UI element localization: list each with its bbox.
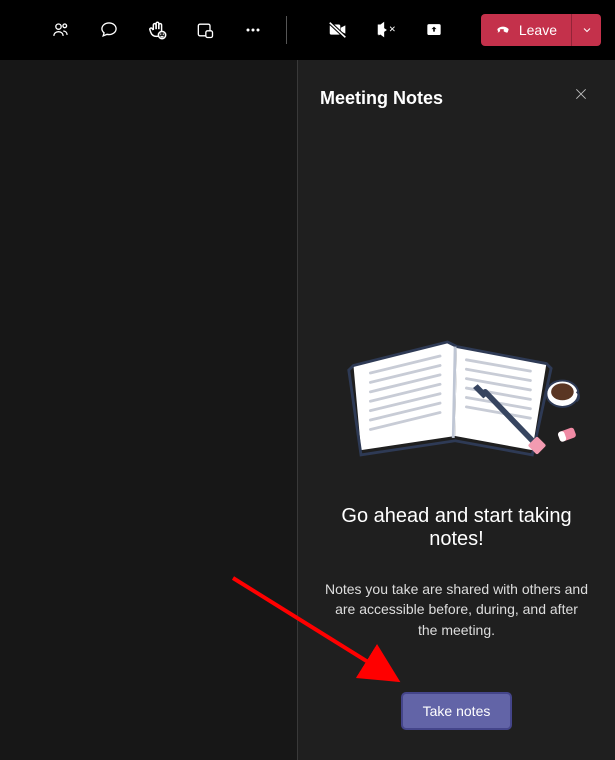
share-icon[interactable] — [423, 19, 445, 41]
meeting-toolbar: ✕ Leave — [0, 0, 615, 60]
svg-text:✕: ✕ — [389, 25, 396, 34]
notes-heading: Go ahead and start taking notes! — [320, 505, 593, 551]
participants-icon[interactable] — [50, 19, 72, 41]
toolbar-divider — [286, 16, 287, 44]
toolbar-right-group: ✕ Leave — [327, 14, 601, 46]
leave-button-group: Leave — [481, 14, 601, 46]
rooms-icon[interactable] — [194, 19, 216, 41]
notes-panel: Meeting Notes — [297, 60, 615, 760]
notes-description: Notes you take are shared with others an… — [320, 579, 593, 640]
meeting-stage — [0, 60, 297, 760]
camera-off-icon[interactable] — [327, 19, 349, 41]
take-notes-button[interactable]: Take notes — [403, 694, 511, 728]
close-icon[interactable] — [573, 86, 593, 106]
chat-icon[interactable] — [98, 19, 120, 41]
leave-button[interactable]: Leave — [481, 14, 571, 46]
hangup-icon — [495, 22, 511, 38]
leave-dropdown[interactable] — [571, 14, 601, 46]
main-area: Meeting Notes — [0, 60, 615, 760]
chevron-down-icon — [581, 24, 593, 36]
toolbar-left-group — [50, 19, 264, 41]
mic-off-icon[interactable]: ✕ — [375, 19, 397, 41]
panel-title: Meeting Notes — [320, 88, 593, 109]
leave-label: Leave — [519, 22, 557, 38]
reactions-icon[interactable] — [146, 19, 168, 41]
notes-illustration — [332, 309, 582, 469]
more-icon[interactable] — [242, 19, 264, 41]
